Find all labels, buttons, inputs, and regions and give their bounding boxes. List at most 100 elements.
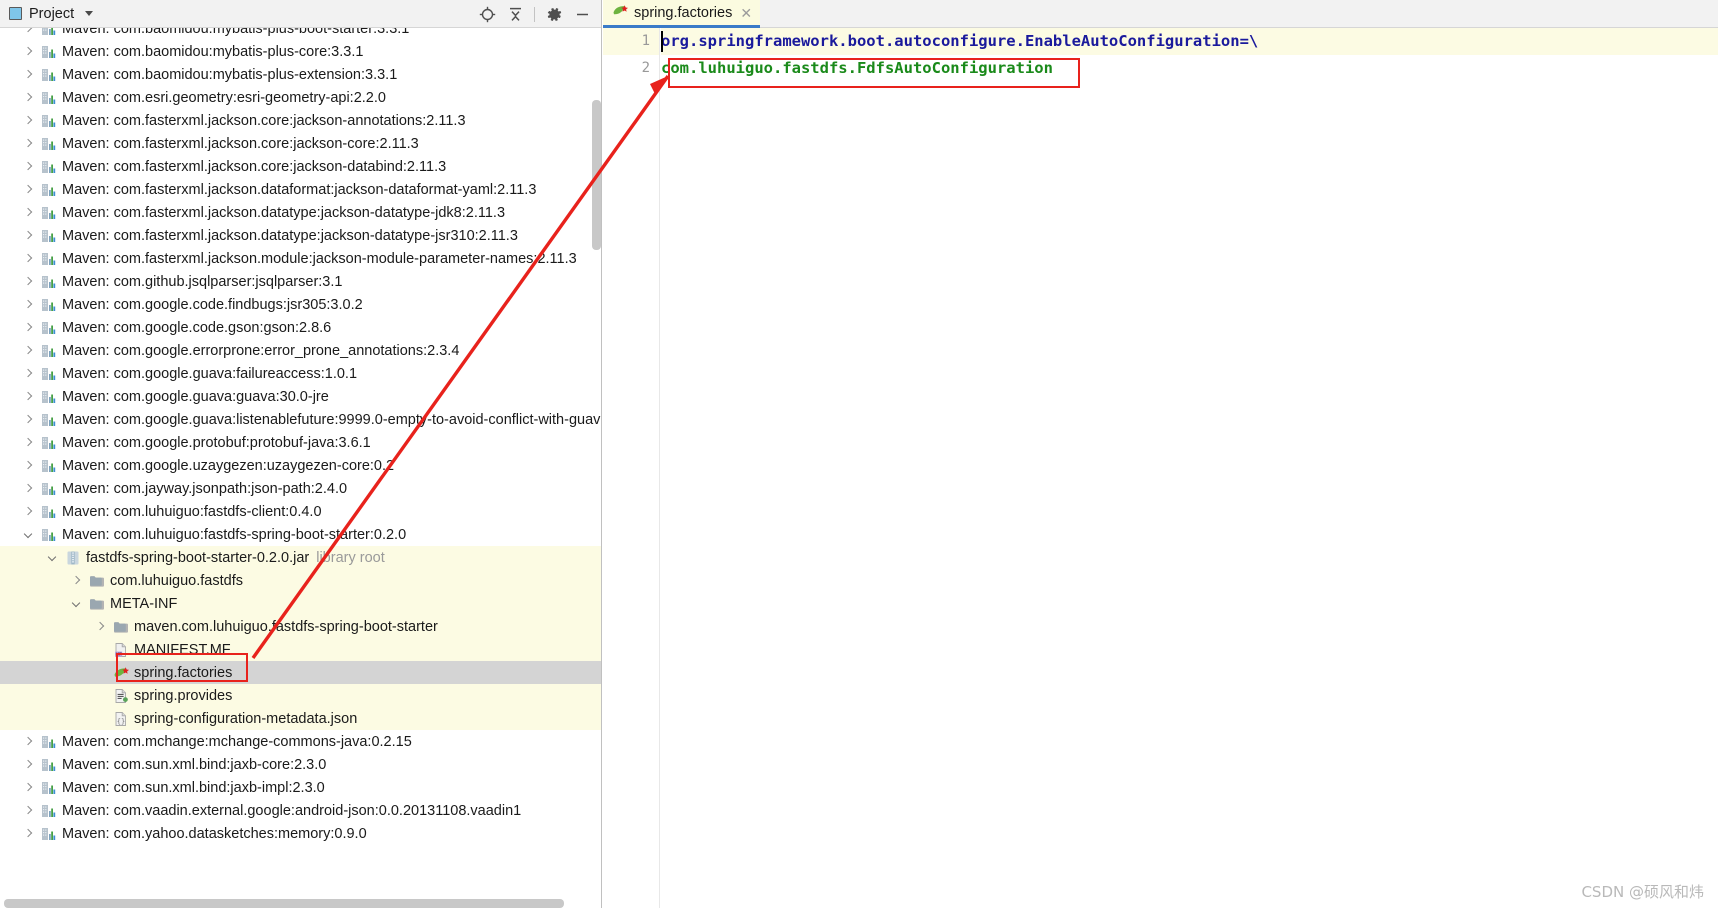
chevron-right-icon[interactable] bbox=[22, 781, 35, 794]
tree-row[interactable]: Maven: com.google.code.gson:gson:2.8.6 bbox=[0, 316, 601, 339]
code-line[interactable]: org.springframework.boot.autoconfigure.E… bbox=[661, 28, 1718, 55]
tree-row[interactable]: Maven: com.google.uzaygezen:uzaygezen-co… bbox=[0, 454, 601, 477]
gear-icon[interactable] bbox=[541, 1, 567, 27]
chevron-right-icon[interactable] bbox=[22, 827, 35, 840]
chevron-right-icon[interactable] bbox=[94, 620, 107, 633]
tree-row-label: Maven: com.fasterxml.jackson.datatype:ja… bbox=[62, 204, 506, 221]
chevron-right-icon[interactable] bbox=[22, 367, 35, 380]
tree-row[interactable]: Maven: com.fasterxml.jackson.datatype:ja… bbox=[0, 224, 601, 247]
collapse-all-icon[interactable] bbox=[502, 1, 528, 27]
tree-row[interactable]: Maven: com.google.guava:listenablefuture… bbox=[0, 408, 601, 431]
code-line[interactable]: com.luhuiguo.fastdfs.FdfsAutoConfigurati… bbox=[661, 55, 1718, 82]
tree-row-label: Maven: com.fasterxml.jackson.core:jackso… bbox=[62, 135, 419, 152]
chevron-right-icon[interactable] bbox=[22, 252, 35, 265]
tree-row[interactable]: Maven: com.sun.xml.bind:jaxb-impl:2.3.0 bbox=[0, 776, 601, 799]
tree-row[interactable]: Maven: com.esri.geometry:esri-geometry-a… bbox=[0, 86, 601, 109]
tree-row[interactable]: Maven: com.fasterxml.jackson.module:jack… bbox=[0, 247, 601, 270]
chevron-right-icon[interactable] bbox=[22, 91, 35, 104]
chevron-right-icon[interactable] bbox=[22, 183, 35, 196]
tree-row[interactable]: fastdfs-spring-boot-starter-0.2.0.jar lib… bbox=[0, 546, 601, 569]
tree-row[interactable]: Maven: com.baomidou:mybatis-plus-extensi… bbox=[0, 63, 601, 86]
tree-horizontal-scrollbar[interactable] bbox=[4, 899, 564, 908]
chevron-right-icon[interactable] bbox=[22, 735, 35, 748]
spring-file-icon bbox=[113, 665, 129, 681]
tree-row[interactable]: Maven: com.google.guava:failureaccess:1.… bbox=[0, 362, 601, 385]
tree-row[interactable]: Maven: com.luhuiguo:fastdfs-client:0.4.0 bbox=[0, 500, 601, 523]
close-icon[interactable]: ✕ bbox=[740, 6, 752, 20]
tree-row[interactable]: Maven: com.jayway.jsonpath:json-path:2.4… bbox=[0, 477, 601, 500]
maven-library-icon bbox=[41, 803, 57, 819]
chevron-right-icon[interactable] bbox=[22, 28, 35, 35]
chevron-down-icon[interactable] bbox=[70, 597, 83, 610]
chevron-right-icon[interactable] bbox=[22, 482, 35, 495]
editor-code[interactable]: org.springframework.boot.autoconfigure.E… bbox=[661, 28, 1718, 908]
chevron-right-icon[interactable] bbox=[22, 804, 35, 817]
chevron-right-icon[interactable] bbox=[22, 413, 35, 426]
chevron-right-icon[interactable] bbox=[22, 436, 35, 449]
chevron-right-icon[interactable] bbox=[22, 275, 35, 288]
chevron-right-icon[interactable] bbox=[22, 68, 35, 81]
chevron-right-icon[interactable] bbox=[22, 505, 35, 518]
tree-row[interactable]: Maven: com.google.code.findbugs:jsr305:3… bbox=[0, 293, 601, 316]
chevron-right-icon[interactable] bbox=[22, 206, 35, 219]
tree-row[interactable]: Maven: com.vaadin.external.google:androi… bbox=[0, 799, 601, 822]
tree-row[interactable]: Maven: com.fasterxml.jackson.core:jackso… bbox=[0, 132, 601, 155]
tree-row[interactable]: Maven: com.baomidou:mybatis-plus-core:3.… bbox=[0, 40, 601, 63]
tree-row[interactable]: spring.factories bbox=[0, 661, 601, 684]
chevron-down-icon[interactable] bbox=[22, 528, 35, 541]
chevron-down-icon[interactable] bbox=[85, 11, 94, 16]
tree-vertical-scrollbar[interactable] bbox=[591, 28, 601, 908]
maven-library-icon bbox=[41, 458, 57, 474]
chevron-right-icon[interactable] bbox=[22, 321, 35, 334]
tree-row[interactable]: com.luhuiguo.fastdfs bbox=[0, 569, 601, 592]
chevron-right-icon[interactable] bbox=[22, 390, 35, 403]
tree-row[interactable]: Maven: com.github.jsqlparser:jsqlparser:… bbox=[0, 270, 601, 293]
chevron-right-icon[interactable] bbox=[22, 344, 35, 357]
tree-row[interactable]: Maven: com.mchange:mchange-commons-java:… bbox=[0, 730, 601, 753]
code-token-value: com.luhuiguo.fastdfs.FdfsAutoConfigurati… bbox=[661, 59, 1053, 77]
editor-tab-spring-factories[interactable]: spring.factories ✕ bbox=[603, 0, 761, 28]
tree-row[interactable]: Maven: com.yahoo.datasketches:memory:0.9… bbox=[0, 822, 601, 845]
maven-library-icon bbox=[41, 297, 57, 313]
tree-row[interactable]: Maven: com.sun.xml.bind:jaxb-core:2.3.0 bbox=[0, 753, 601, 776]
tree-row[interactable]: Maven: com.luhuiguo:fastdfs-spring-boot-… bbox=[0, 523, 601, 546]
folder-icon bbox=[113, 619, 129, 635]
chevron-down-icon[interactable] bbox=[46, 551, 59, 564]
tree-row[interactable]: {} spring-configuration-metadata.json bbox=[0, 707, 601, 730]
chevron-right-icon[interactable] bbox=[22, 459, 35, 472]
locate-icon[interactable] bbox=[474, 1, 500, 27]
chevron-right-icon[interactable] bbox=[22, 758, 35, 771]
minimize-icon[interactable] bbox=[569, 1, 595, 27]
tree-row[interactable]: maven.com.luhuiguo.fastdfs-spring-boot-s… bbox=[0, 615, 601, 638]
tree-row[interactable]: Maven: com.google.errorprone:error_prone… bbox=[0, 339, 601, 362]
chevron-right-icon[interactable] bbox=[70, 574, 83, 587]
maven-library-icon bbox=[41, 481, 57, 497]
chevron-right-icon[interactable] bbox=[22, 45, 35, 58]
maven-library-icon bbox=[41, 343, 57, 359]
editor-body[interactable]: 12 org.springframework.boot.autoconfigur… bbox=[603, 28, 1718, 908]
tree-row[interactable]: Maven: com.google.protobuf:protobuf-java… bbox=[0, 431, 601, 454]
tree-row[interactable]: spring.provides bbox=[0, 684, 601, 707]
tree-row-label: maven.com.luhuiguo.fastdfs-spring-boot-s… bbox=[134, 618, 438, 635]
tree-row[interactable]: META-INF bbox=[0, 592, 601, 615]
maven-library-icon bbox=[41, 389, 57, 405]
tree-row[interactable]: Maven: com.fasterxml.jackson.core:jackso… bbox=[0, 155, 601, 178]
chevron-right-icon[interactable] bbox=[22, 298, 35, 311]
tree-row[interactable]: MF MANIFEST.MF bbox=[0, 638, 601, 661]
tree-row[interactable]: Maven: com.fasterxml.jackson.datatype:ja… bbox=[0, 201, 601, 224]
tree-row[interactable]: Maven: com.fasterxml.jackson.dataformat:… bbox=[0, 178, 601, 201]
chevron-right-icon[interactable] bbox=[22, 137, 35, 150]
tree-row[interactable]: Maven: com.baomidou:mybatis-plus-boot-st… bbox=[0, 28, 601, 40]
chevron-right-icon[interactable] bbox=[22, 114, 35, 127]
svg-text:{}: {} bbox=[117, 717, 125, 725]
tree-row[interactable]: Maven: com.google.guava:guava:30.0-jre bbox=[0, 385, 601, 408]
editor-area: spring.factories ✕ 12 org.springframewor… bbox=[603, 0, 1718, 908]
chevron-right-icon[interactable] bbox=[22, 229, 35, 242]
tree-scroll-thumb[interactable] bbox=[592, 100, 601, 250]
tree-row[interactable]: Maven: com.fasterxml.jackson.core:jackso… bbox=[0, 109, 601, 132]
project-tool-window-selector[interactable]: Project bbox=[0, 6, 94, 22]
chevron-right-icon[interactable] bbox=[22, 160, 35, 173]
project-tree[interactable]: Maven: com.baomidou:mybatis-plus-boot-st… bbox=[0, 28, 601, 908]
manifest-file-icon: MF bbox=[113, 642, 129, 658]
toolbar-divider bbox=[534, 6, 535, 22]
